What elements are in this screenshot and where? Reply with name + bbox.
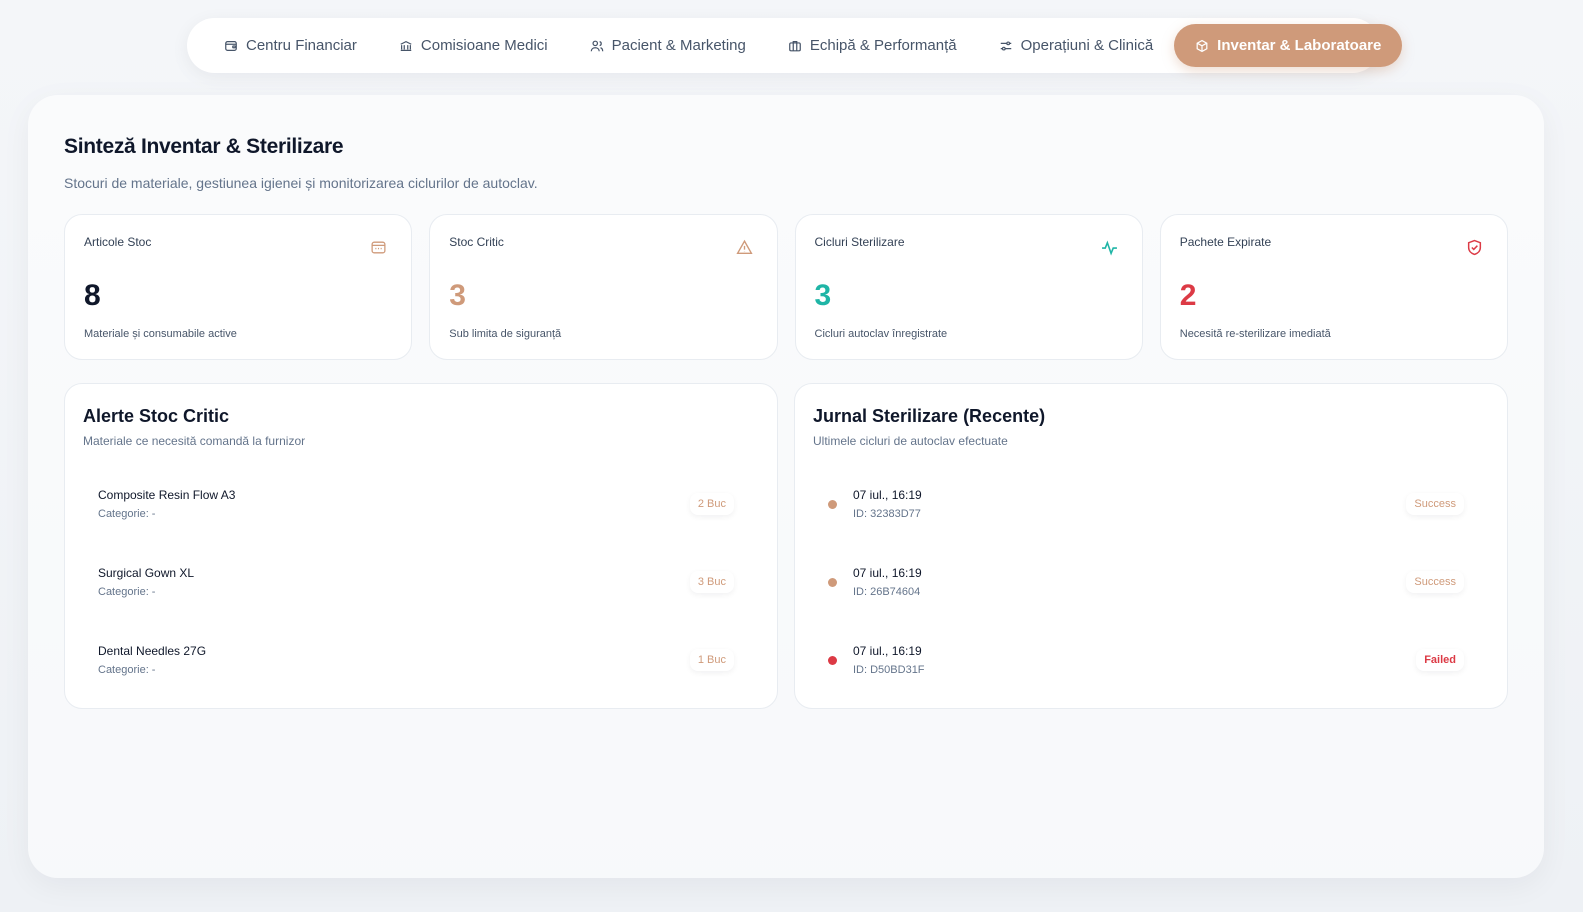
stat-value: 3: [814, 279, 832, 312]
page-title: Sinteză Inventar & Sterilizare: [64, 135, 344, 158]
quantity-badge: 3 Buc: [689, 571, 734, 593]
bank-icon: [400, 40, 412, 51]
nav-tab-label: Operațiuni & Clinică: [1020, 37, 1154, 54]
wallet-icon: [225, 40, 237, 51]
status-badge: Failed: [1416, 649, 1464, 671]
panel-subtitle: Materiale ce necesită comandă la furnizo…: [83, 434, 306, 448]
nav-tab-label: Pacient & Marketing: [611, 37, 746, 54]
box-icon: [371, 241, 386, 254]
item-name: Dental Needles 27G: [98, 644, 207, 658]
list-item[interactable]: 07 iul., 16:19 ID: 32383D77 Success: [812, 465, 1490, 543]
nav-tab-label: Inventar & Laboratoare: [1217, 37, 1382, 54]
page-subtitle: Stocuri de materiale, gestiunea igienei …: [64, 175, 538, 191]
item-category: Categorie: -: [98, 586, 156, 598]
nav-tab-inventar-laboratoare[interactable]: Inventar & Laboratoare: [1174, 24, 1403, 67]
users-icon: [590, 40, 603, 51]
nav-tab-operatiuni-clinica[interactable]: Operațiuni & Clinică: [978, 24, 1175, 67]
panel-subtitle: Ultimele cicluri de autoclav efectuate: [813, 434, 1008, 448]
stat-card-articole-stoc: Articole Stoc 8 Materiale și consumabile…: [64, 214, 413, 360]
stat-card-stoc-critic: Stoc Critic 3 Sub limita de siguranță: [429, 214, 778, 360]
stat-desc: Necesită re-sterilizare imediată: [1179, 328, 1331, 340]
nav-tab-echipa-performanta[interactable]: Echipă & Performanță: [767, 24, 978, 67]
cycle-id: ID: 26B74604: [853, 586, 921, 598]
critical-stock-alerts-panel: Alerte Stoc Critic Materiale ce necesită…: [64, 383, 778, 709]
shield-check-icon: [1467, 239, 1482, 256]
stat-value: 8: [84, 279, 101, 312]
main-panel: Sinteză Inventar & Sterilizare Stocuri d…: [28, 95, 1544, 878]
stat-label: Stoc Critic: [449, 235, 504, 249]
nav-tab-centru-financiar[interactable]: Centru Financiar: [203, 24, 378, 67]
quantity-badge: 2 Buc: [689, 493, 734, 515]
item-category: Categorie: -: [98, 664, 156, 676]
cycle-id: ID: 32383D77: [853, 508, 921, 520]
cycle-date: 07 iul., 16:19: [853, 566, 922, 580]
status-dot: [828, 655, 837, 665]
quantity-badge: 1 Buc: [689, 649, 734, 671]
status-dot: [828, 499, 837, 509]
list-item[interactable]: Dental Needles 27G Categorie: - 1 Buc: [82, 621, 760, 699]
stat-desc: Materiale și consumabile active: [84, 328, 237, 340]
panel-title: Jurnal Sterilizare (Recente): [813, 406, 1046, 426]
stat-value: 3: [449, 279, 466, 312]
stat-desc: Sub limita de siguranță: [449, 328, 562, 340]
cycle-id: ID: D50BD31F: [853, 664, 925, 676]
sliders-icon: [1000, 40, 1011, 51]
item-name: Surgical Gown XL: [98, 566, 195, 580]
cycle-date: 07 iul., 16:19: [853, 488, 922, 502]
sterilization-journal-panel: Jurnal Sterilizare (Recente) Ultimele ci…: [794, 383, 1508, 709]
nav-tab-label: Comisioane Medici: [420, 37, 548, 54]
nav-tab-label: Centru Financiar: [246, 37, 357, 54]
status-badge: Success: [1406, 493, 1464, 515]
alerts-list: Composite Resin Flow A3 Categorie: - 2 B…: [82, 465, 760, 699]
stat-value: 2: [1179, 279, 1197, 312]
item-category: Categorie: -: [98, 508, 156, 520]
stat-desc: Cicluri autoclav înregistrate: [814, 328, 948, 340]
status-dot: [828, 577, 837, 587]
stat-label: Articole Stoc: [84, 235, 152, 249]
stat-label: Pachete Expirate: [1179, 235, 1272, 249]
package-icon: [1196, 39, 1208, 52]
stat-card-cicluri-sterilizare: Cicluri Sterilizare 3 Cicluri autoclav î…: [794, 214, 1143, 360]
nav-tab-label: Echipă & Performanță: [809, 37, 957, 54]
nav-tab-pacient-marketing[interactable]: Pacient & Marketing: [569, 24, 767, 67]
panel-title: Alerte Stoc Critic: [83, 406, 230, 426]
stats-grid: Articole Stoc 8 Materiale și consumabile…: [64, 214, 1508, 360]
cycle-date: 07 iul., 16:19: [853, 644, 922, 658]
stat-label: Cicluri Sterilizare: [814, 235, 905, 249]
nav-tab-comisioane-medici[interactable]: Comisioane Medici: [378, 24, 569, 67]
journal-list: 07 iul., 16:19 ID: 32383D77 Success 07 i…: [812, 465, 1490, 699]
list-item[interactable]: 07 iul., 16:19 ID: 26B74604 Success: [812, 543, 1490, 621]
top-nav: Centru Financiar Comisioane Medici Pacie…: [187, 18, 1403, 73]
status-badge: Success: [1406, 571, 1464, 593]
item-name: Composite Resin Flow A3: [98, 488, 236, 502]
list-item[interactable]: Surgical Gown XL Categorie: - 3 Buc: [82, 543, 760, 621]
list-item[interactable]: 07 iul., 16:19 ID: D50BD31F Failed: [812, 621, 1490, 699]
activity-icon: [1101, 240, 1117, 256]
stat-card-pachete-expirate: Pachete Expirate 2 Necesită re-steriliza…: [1159, 214, 1508, 360]
list-item[interactable]: Composite Resin Flow A3 Categorie: - 2 B…: [82, 465, 760, 543]
briefcase-icon: [788, 40, 801, 51]
warning-icon: [735, 239, 753, 255]
